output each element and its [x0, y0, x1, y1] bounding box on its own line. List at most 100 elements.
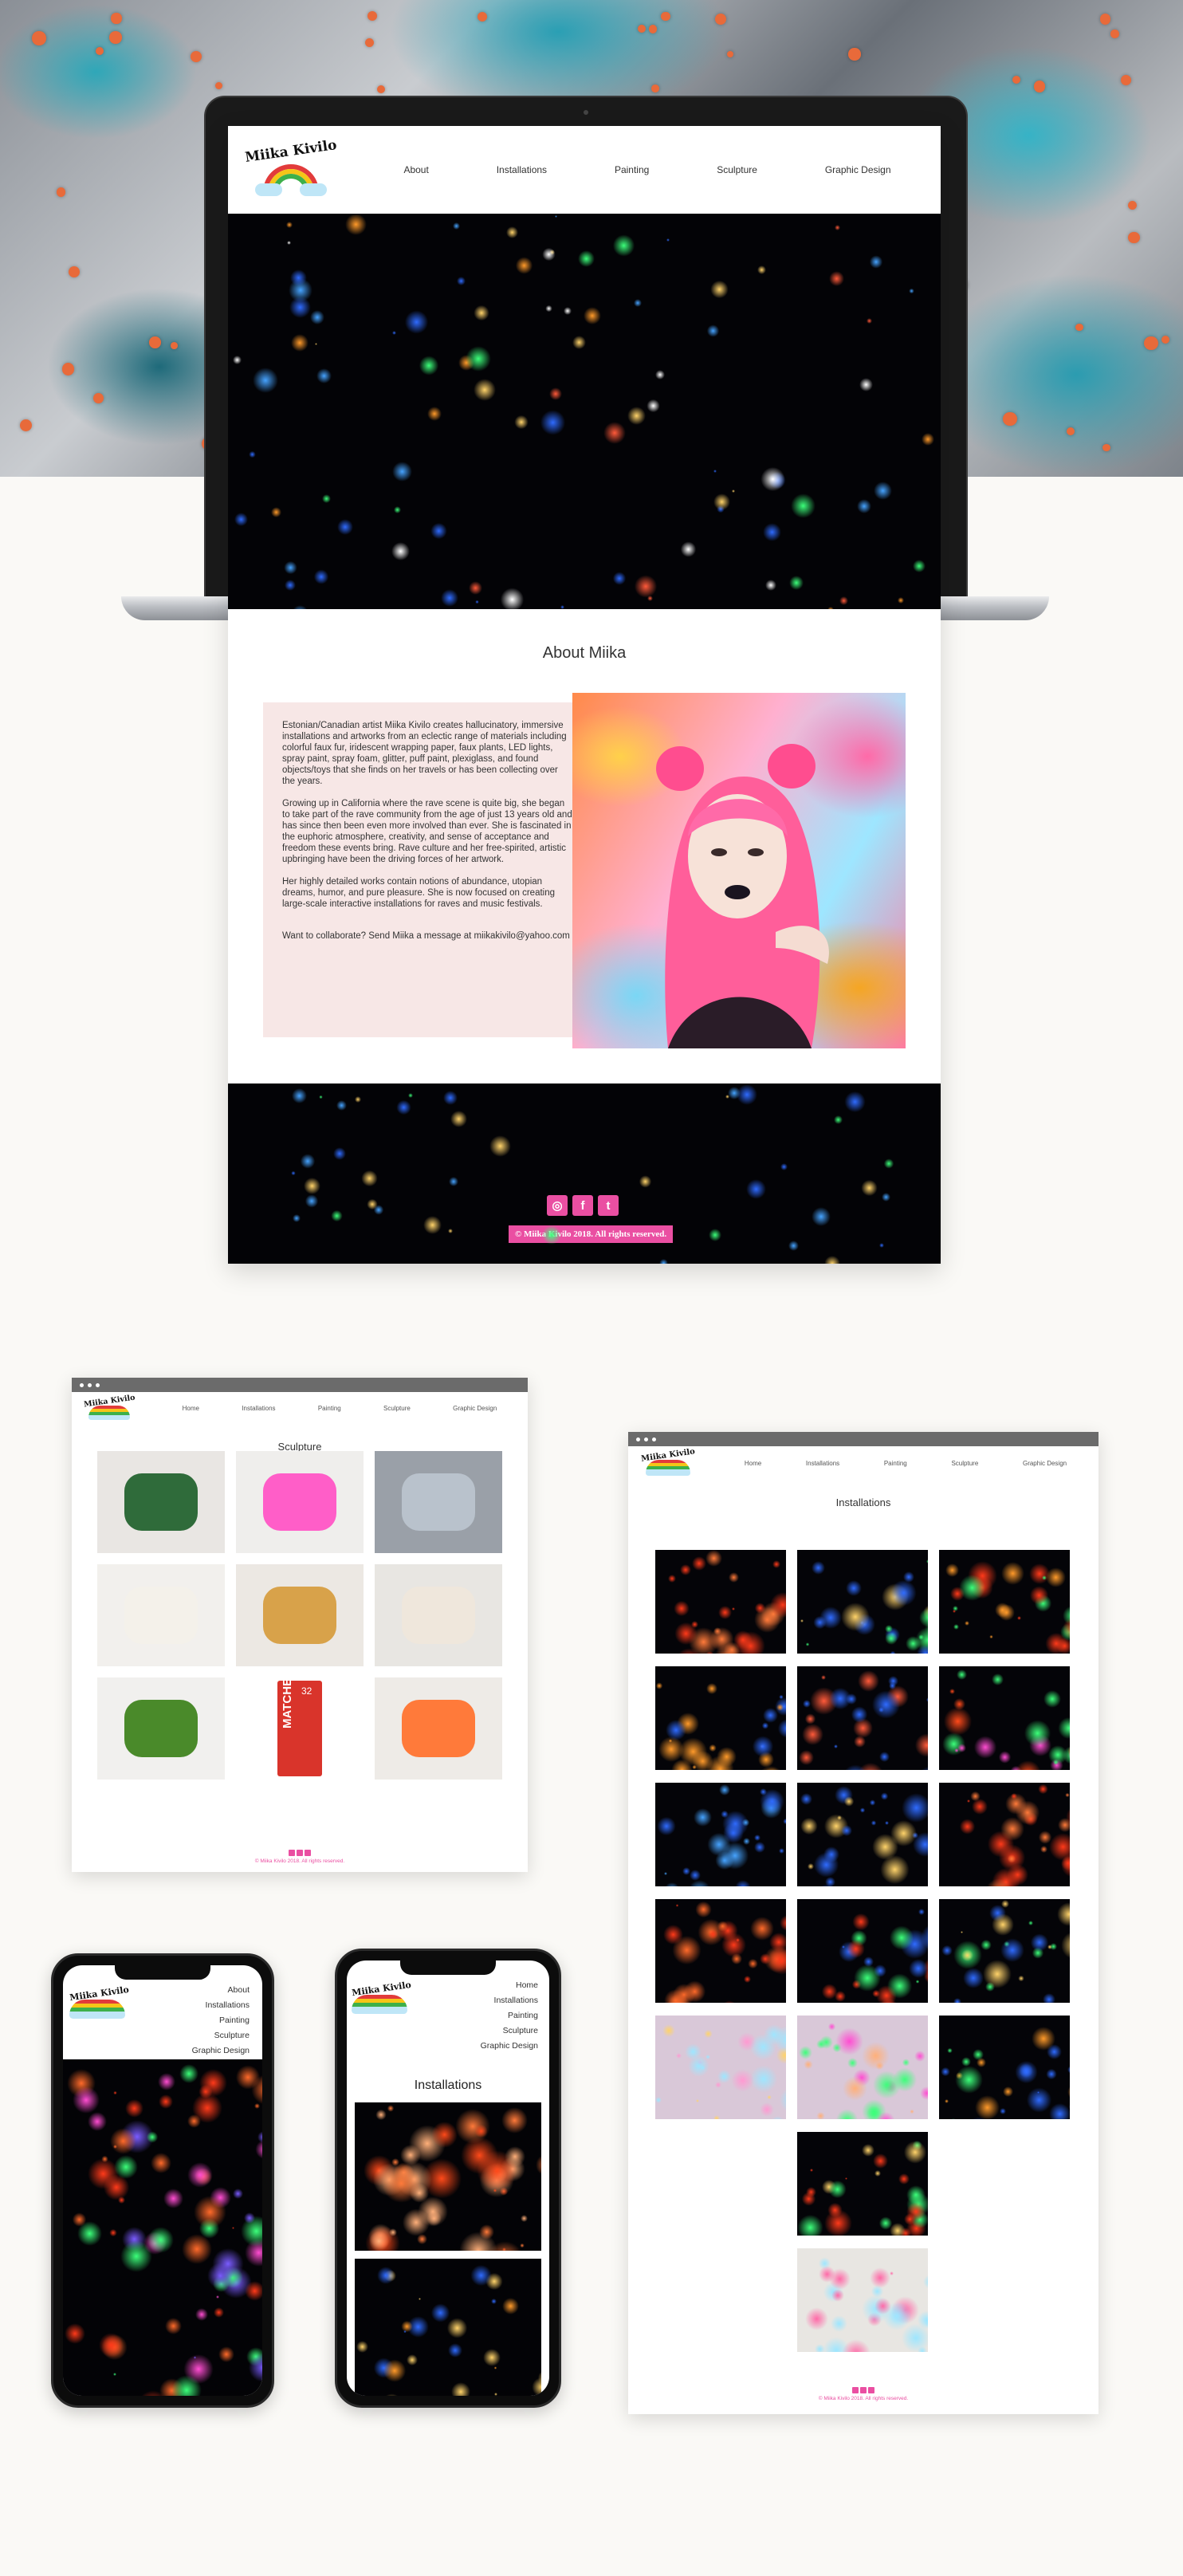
nav-sculpture[interactable]: Sculpture — [383, 1405, 411, 1412]
mobile-nav-sculpture[interactable]: Sculpture — [192, 2028, 250, 2043]
about-paragraph: Growing up in California where the rave … — [282, 799, 572, 864]
light-glow — [502, 2297, 520, 2314]
mobile-nav-installations[interactable]: Installations — [481, 1993, 538, 2008]
sculpture-thumb[interactable] — [97, 1451, 225, 1553]
nav-graphic-design[interactable]: Graphic Design — [453, 1405, 497, 1412]
nav-installations[interactable]: Installations — [497, 164, 547, 175]
instagram-icon[interactable] — [852, 2387, 859, 2393]
nav-installations[interactable]: Installations — [806, 1460, 839, 1467]
light-glow — [680, 541, 697, 557]
light-glow — [777, 1719, 786, 1738]
light-glow — [813, 1615, 827, 1630]
sculpture-thumb[interactable] — [375, 1677, 502, 1780]
mobile-nav-painting[interactable]: Painting — [481, 2008, 538, 2023]
nav-graphic-design[interactable]: Graphic Design — [825, 164, 891, 175]
mobile-nav-graphic-design[interactable]: Graphic Design — [481, 2039, 538, 2054]
texture-dot — [1161, 335, 1170, 344]
light-glow — [430, 2303, 450, 2322]
mobile-logo[interactable]: Miika Kivilo — [69, 1984, 141, 2019]
installation-thumb[interactable] — [939, 1783, 1070, 1886]
installation-thumb[interactable] — [797, 1666, 928, 1770]
light-glow — [254, 2103, 260, 2109]
sculpture-thumb[interactable] — [236, 1451, 364, 1553]
facebook-icon[interactable]: f — [572, 1195, 593, 1216]
light-glow — [394, 506, 401, 513]
mobile-nav-installations[interactable]: Installations — [192, 1998, 250, 2013]
light-glow — [470, 2264, 492, 2287]
installation-thumb[interactable] — [655, 1899, 786, 2003]
light-glow — [215, 2295, 219, 2299]
installation-thumb[interactable] — [797, 1899, 928, 2003]
installation-thumb[interactable] — [655, 1666, 786, 1770]
nav-home[interactable]: Home — [745, 1460, 761, 1467]
texture-dot — [1121, 74, 1132, 85]
light-glow — [799, 2046, 813, 2060]
sculpture-thumb[interactable] — [375, 1564, 502, 1666]
installation-thumb[interactable] — [797, 2016, 928, 2119]
light-glow — [706, 324, 720, 337]
mobile-installation-thumb[interactable] — [355, 2259, 541, 2396]
light-glow — [468, 581, 482, 595]
light-glow — [257, 2130, 262, 2143]
installation-thumb[interactable] — [797, 1783, 928, 1886]
installation-thumb[interactable] — [797, 2132, 928, 2236]
installation-thumb[interactable] — [655, 1783, 786, 1886]
sculpture-object — [402, 1587, 475, 1644]
installation-thumb[interactable] — [939, 1666, 1070, 1770]
light-glow — [834, 225, 840, 231]
light-glow — [918, 1607, 928, 1628]
mobile-logo[interactable]: Miika Kivilo — [352, 1980, 423, 2014]
sculpture-thumb[interactable] — [97, 1677, 225, 1780]
sculpture-thumb[interactable] — [97, 1564, 225, 1666]
nav-graphic-design[interactable]: Graphic Design — [1023, 1460, 1067, 1467]
installation-thumb[interactable] — [939, 1899, 1070, 2003]
light-glow — [1007, 1864, 1029, 1886]
tumblr-icon[interactable] — [868, 2387, 874, 2393]
nav-painting[interactable]: Painting — [318, 1405, 341, 1412]
mini-logo[interactable]: Miika Kivilo — [638, 1447, 698, 1476]
mobile-nav-sculpture[interactable]: Sculpture — [481, 2023, 538, 2039]
installation-thumb[interactable] — [939, 2016, 1070, 2119]
instagram-icon[interactable] — [289, 1850, 295, 1856]
mobile-nav-about[interactable]: About — [192, 1983, 250, 1998]
nav-about[interactable]: About — [403, 164, 428, 175]
light-glow — [852, 1913, 870, 1931]
mobile-installation-thumb[interactable] — [355, 2102, 541, 2251]
instagram-icon[interactable]: ◎ — [547, 1195, 568, 1216]
light-glow — [760, 466, 785, 492]
nav-sculpture[interactable]: Sculpture — [951, 1460, 978, 1467]
installation-thumb[interactable] — [797, 1550, 928, 1654]
site-logo[interactable]: Miika Kivilo — [244, 137, 338, 196]
installation-thumb[interactable] — [655, 2016, 786, 2119]
texture-dot — [1128, 231, 1140, 244]
light-glow — [943, 1707, 973, 1736]
light-glow — [941, 1945, 953, 1956]
nav-installations[interactable]: Installations — [242, 1405, 275, 1412]
sculpture-thumb[interactable]: MATCHES 32 — [236, 1677, 364, 1780]
light-glow — [500, 588, 525, 609]
sculpture-thumb[interactable] — [375, 1451, 502, 1553]
mobile-nav-home[interactable]: Home — [481, 1978, 538, 1993]
mobile-nav-graphic-design[interactable]: Graphic Design — [192, 2043, 250, 2059]
installation-thumb[interactable] — [655, 1550, 786, 1654]
facebook-icon[interactable] — [860, 2387, 867, 2393]
nav-sculpture[interactable]: Sculpture — [717, 164, 757, 175]
light-glow — [426, 407, 442, 422]
mini-logo[interactable]: Miika Kivilo — [81, 1394, 137, 1420]
nav-home[interactable]: Home — [183, 1405, 199, 1412]
light-glow — [800, 1793, 812, 1805]
light-glow — [752, 1736, 773, 1757]
tumblr-icon[interactable]: t — [598, 1195, 619, 1216]
light-glow — [662, 2023, 676, 2037]
sculpture-thumb[interactable] — [236, 1564, 364, 1666]
tumblr-icon[interactable] — [305, 1850, 311, 1856]
facebook-icon[interactable] — [297, 1850, 303, 1856]
light-glow — [1043, 1690, 1062, 1709]
mobile-nav-painting[interactable]: Painting — [192, 2013, 250, 2028]
nav-painting[interactable]: Painting — [884, 1460, 907, 1467]
light-glow — [708, 1228, 722, 1241]
installation-thumb[interactable] — [939, 1550, 1070, 1654]
light-glow — [947, 2047, 953, 2054]
installation-thumb[interactable] — [797, 2248, 928, 2352]
nav-painting[interactable]: Painting — [615, 164, 649, 175]
